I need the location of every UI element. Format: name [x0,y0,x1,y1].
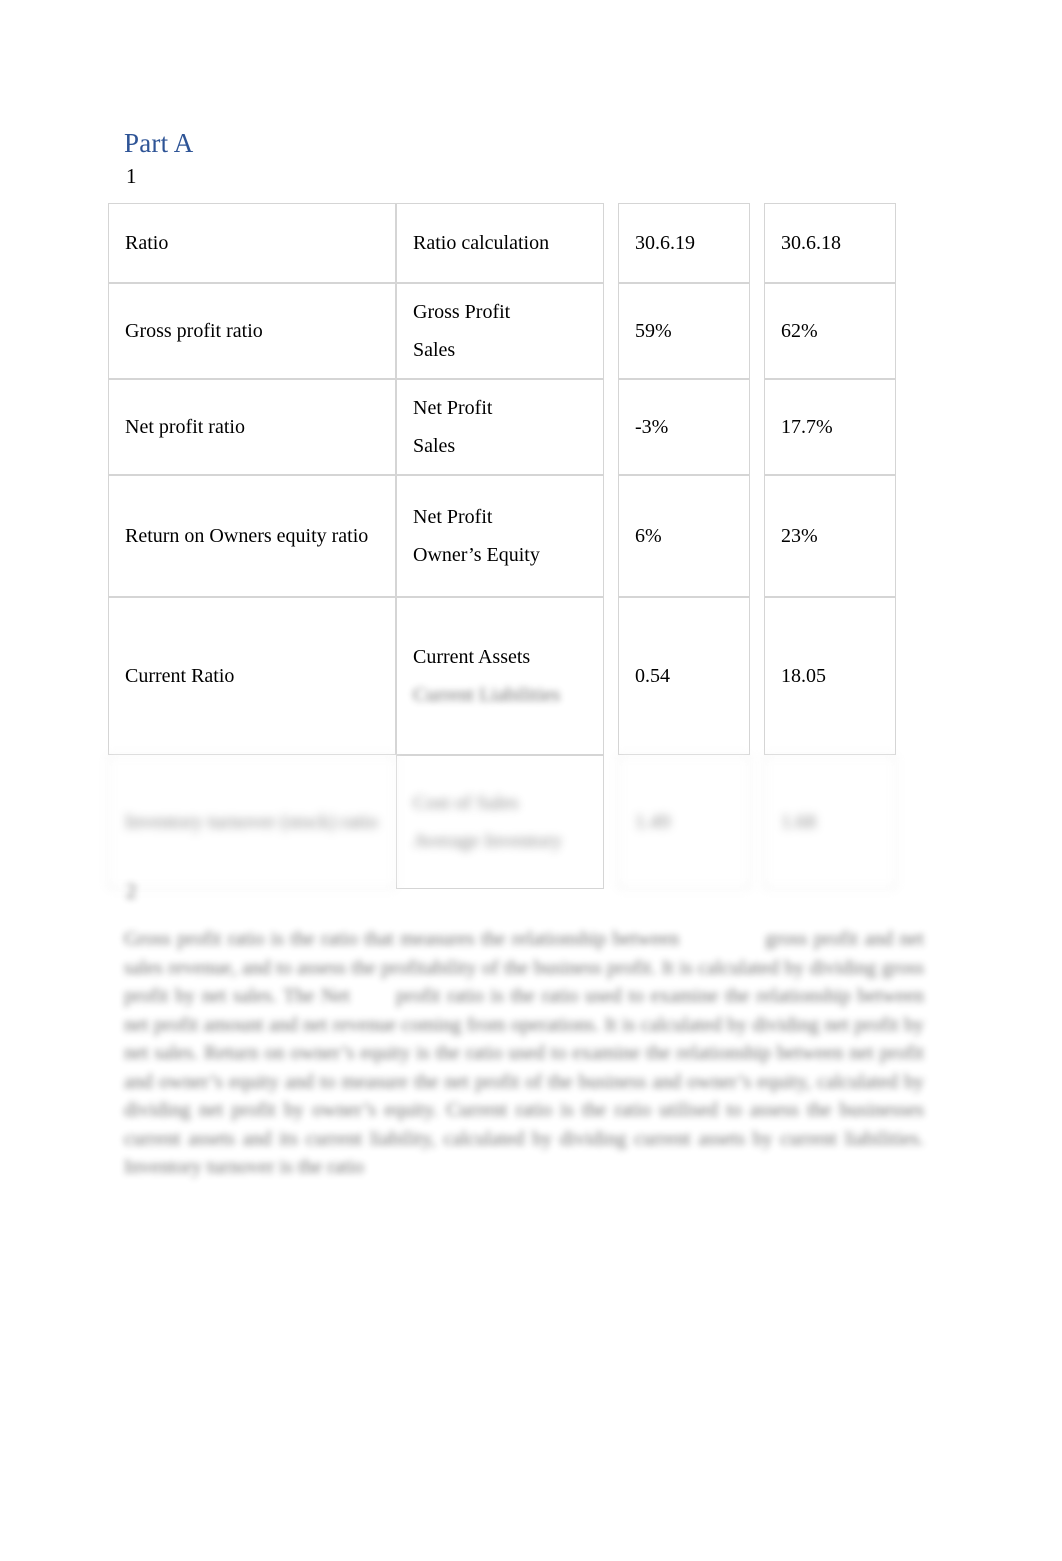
column-gap [750,379,764,475]
paragraph-line: Gross profit ratio is the ratio that mea… [124,928,680,950]
ratio-name: Inventory turnover (stock) ratio [108,755,396,889]
ratio-name: Current Ratio [108,597,396,755]
ratio-value-current: 1.49 [618,755,750,889]
ratio-value-current: 6% [618,475,750,597]
table-header-row: Ratio Ratio calculation 30.6.19 30.6.18 [108,203,896,283]
ratio-value-prior: 17.7% [764,379,896,475]
ratio-numerator: Current Assets [413,646,531,668]
ratio-calculation: Net Profit Sales [396,379,604,475]
financial-ratios-table: Ratio Ratio calculation 30.6.19 30.6.18 … [108,203,896,889]
document-page: Part A 1 Ratio Ratio calculation 30.6.19… [0,0,1062,1561]
column-gap [604,755,618,889]
question-number-2: 2 [126,879,137,903]
paragraph-line: dividing net profit by owner’s equity. C… [124,1099,742,1121]
ratio-calculation: Current Assets Current Liabilities [396,597,604,755]
column-gap [604,283,618,379]
ratio-value-current: 59% [618,283,750,379]
ratio-calculation: Gross Profit Sales [396,283,604,379]
ratio-calculation: Net Profit Owner’s Equity [396,475,604,597]
column-gap [604,203,618,283]
ratio-denominator: Current Liabilities [413,684,561,706]
ratio-value-current: -3% [618,379,750,475]
header-cell-period-current: 30.6.19 [618,203,750,283]
table-row: Inventory turnover (stock) ratio Cost of… [108,755,896,889]
ratio-name: Return on Owners equity ratio [108,475,396,597]
paragraph-line: profit amount and net revenue coming fro… [153,1013,748,1036]
ratio-value-current: 0.54 [618,597,750,755]
ratio-value-prior: 62% [764,283,896,379]
column-gap [750,475,764,597]
ratio-calculation: Cost of Sales Average Inventory [396,755,604,889]
ratio-numerator: Gross Profit [413,301,511,323]
ratio-denominator: Sales [413,339,456,361]
table-row: Current Ratio Current Assets Current Lia… [108,597,896,755]
ratio-name: Net profit ratio [108,379,396,475]
question-number-1: 1 [126,164,137,188]
ratio-value-prior: 18.05 [764,597,896,755]
answer-paragraph: Gross profit ratio is the ratio that mea… [124,925,924,1182]
ratio-numerator: Net Profit [413,506,493,528]
ratio-value-prior: 23% [764,475,896,597]
ratio-denominator: Owner’s Equity [413,544,540,566]
ratio-value-prior: 1.68 [764,755,896,889]
paragraph-line: measure the net profit of the business a… [341,1070,925,1093]
ratio-numerator: Net Profit [413,397,493,419]
table-row: Gross profit ratio Gross Profit Sales 59… [108,283,896,379]
page-title: Part A [124,128,194,158]
ratio-denominator: Sales [413,435,456,457]
header-cell-calculation: Ratio calculation [396,203,604,283]
ratio-numerator: Cost of Sales [413,792,519,814]
header-cell-period-prior: 30.6.18 [764,203,896,283]
column-gap [604,475,618,597]
column-gap [604,379,618,475]
column-gap [750,597,764,755]
column-gap [750,755,764,889]
ratio-denominator: Average Inventory [413,830,563,852]
table-row: Net profit ratio Net Profit Sales -3% 17… [108,379,896,475]
table-row: Return on Owners equity ratio Net Profit… [108,475,896,597]
column-gap [750,283,764,379]
column-gap [604,597,618,755]
header-cell-ratio: Ratio [108,203,396,283]
column-gap [750,203,764,283]
ratio-name: Gross profit ratio [108,283,396,379]
